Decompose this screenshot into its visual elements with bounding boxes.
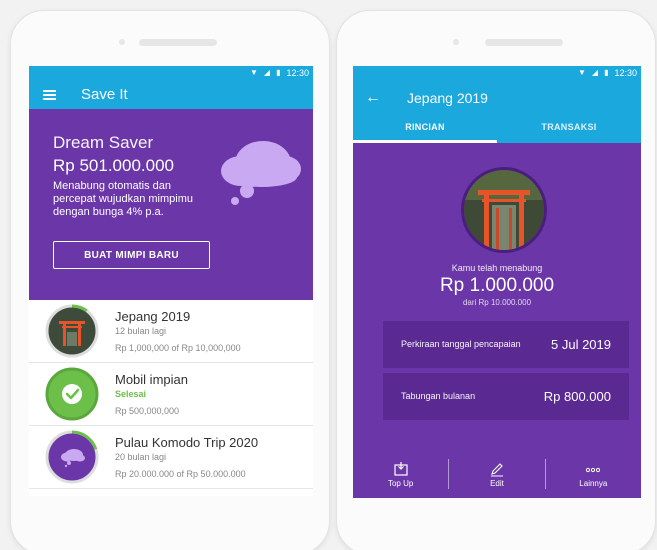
top-bar: ▼ ◢ ▮ 12:30 ← Jepang 2019 RINCIAN TRANSA…: [353, 66, 641, 143]
status-time: 12:30: [286, 68, 309, 78]
target-amount: dari Rp 10.000.000: [462, 298, 532, 307]
top-up-label: Top Up: [387, 478, 414, 488]
speaker: [485, 39, 563, 46]
estimate-value: 5 Jul 2019: [551, 337, 611, 352]
banner-description: Menabung otomatis dan percepat wujudkan …: [53, 180, 194, 218]
tab-bar: RINCIAN TRANSAKSI: [353, 115, 641, 143]
saved-amount: Rp 1.000.000: [439, 275, 555, 296]
more-dots-icon: [586, 467, 601, 472]
goal-amount: Rp 500,000,000: [115, 406, 180, 416]
menu-icon[interactable]: [43, 89, 56, 100]
edit-label: Edit: [490, 478, 504, 488]
edit-button[interactable]: Edit: [449, 461, 544, 488]
page-title: Jepang 2019: [407, 89, 488, 106]
speaker: [139, 39, 217, 46]
camera: [453, 39, 459, 45]
torii-photo-icon: [45, 304, 99, 358]
goal-item-jepang[interactable]: Jepang 2019 12 bulan lagi Rp 1,000,000 o…: [29, 300, 313, 363]
goal-amount: Rp 1,000,000 of Rp 10,000,000: [115, 343, 241, 353]
status-bar: ▼ ◢ ▮ 12:30: [29, 66, 313, 80]
status-time: 12:30: [614, 68, 637, 78]
back-arrow-icon[interactable]: ←: [365, 89, 381, 107]
app-bar: ← Jepang 2019: [353, 80, 641, 115]
estimate-card: Perkiraan tanggal pencapaian 5 Jul 2019: [383, 321, 629, 368]
goal-amount: Rp 20.000.000 of Rp 50.000.000: [115, 469, 246, 479]
detail-body: Kamu telah menabung Rp 1.000.000 dari Rp…: [353, 143, 641, 498]
more-button[interactable]: Lainnya: [546, 461, 641, 488]
goal-avatar: [45, 367, 99, 421]
tab-transaksi[interactable]: TRANSAKSI: [497, 115, 641, 143]
estimate-label: Perkiraan tanggal pencapaian: [401, 339, 521, 349]
goal-info: Pulau Komodo Trip 2020 20 bulan lagi Rp …: [115, 435, 258, 479]
dream-saver-banner: Dream Saver Rp 501.000.000 Menabung otom…: [29, 109, 313, 300]
camera: [119, 39, 125, 45]
wifi-icon: ▼: [249, 68, 258, 77]
goal-photo: [461, 167, 547, 253]
monthly-card: Tabungan bulanan Rp 800.000: [383, 373, 629, 420]
goal-item-mobil[interactable]: Mobil impian Selesai Rp 500,000,000: [29, 363, 313, 426]
pencil-icon: [490, 462, 503, 476]
tab-rincian[interactable]: RINCIAN: [353, 115, 497, 143]
goal-avatar: [45, 430, 99, 484]
home-screen: ▼ ◢ ▮ 12:30 Save It Dream Saver Rp 501.0…: [29, 66, 313, 496]
goal-remaining: 20 bulan lagi: [115, 452, 167, 462]
goal-name: Mobil impian: [115, 372, 188, 387]
torii-photo-icon: [464, 170, 544, 250]
saved-label: Kamu telah menabung: [451, 263, 543, 273]
top-bar: ▼ ◢ ▮ 12:30 Save It: [29, 66, 313, 109]
monthly-value: Rp 800.000: [543, 389, 611, 404]
top-up-icon: [394, 461, 408, 476]
status-bar: ▼ ◢ ▮ 12:30: [353, 66, 641, 80]
goal-info: Mobil impian Selesai Rp 500,000,000: [115, 372, 188, 416]
goal-info: Jepang 2019 12 bulan lagi Rp 1,000,000 o…: [115, 309, 241, 353]
goal-detail-screen: ▼ ◢ ▮ 12:30 ← Jepang 2019 RINCIAN TRANSA…: [353, 66, 641, 498]
app-title: Save It: [81, 86, 128, 103]
more-label: Lainnya: [579, 478, 608, 488]
goal-name: Pulau Komodo Trip 2020: [115, 435, 259, 450]
check-icon: [45, 367, 99, 421]
create-dream-button[interactable]: BUAT MIMPI BARU: [53, 241, 210, 269]
phone-left: ▼ ◢ ▮ 12:30 Save It Dream Saver Rp 501.0…: [10, 10, 330, 550]
cloud-icon: [45, 430, 99, 484]
goal-name: Jepang 2019: [115, 309, 191, 324]
app-bar: Save It: [29, 80, 313, 109]
phone-right: ▼ ◢ ▮ 12:30 ← Jepang 2019 RINCIAN TRANSA…: [336, 10, 656, 550]
goal-remaining: 12 bulan lagi: [115, 326, 167, 336]
wifi-icon: ▼: [577, 68, 586, 77]
signal-icon: ◢: [591, 68, 599, 77]
action-bar: Top Up Edit Lainnya: [353, 450, 641, 498]
goal-status: Selesai: [115, 389, 147, 399]
top-up-button[interactable]: Top Up: [353, 461, 448, 488]
monthly-label: Tabungan bulanan: [401, 391, 476, 401]
battery-icon: ▮: [276, 68, 281, 77]
signal-icon: ◢: [263, 68, 271, 77]
goal-avatar: [45, 304, 99, 358]
cloud-illustration: [221, 141, 301, 205]
battery-icon: ▮: [604, 68, 609, 77]
goal-item-komodo[interactable]: Pulau Komodo Trip 2020 20 bulan lagi Rp …: [29, 426, 313, 489]
